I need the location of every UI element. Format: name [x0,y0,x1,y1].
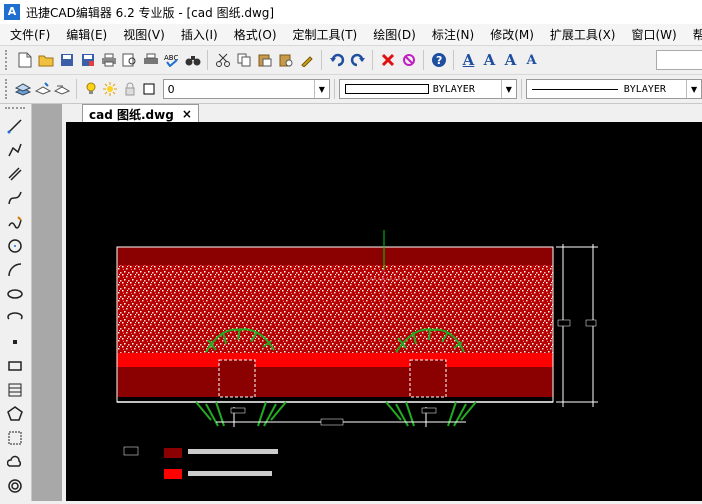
close-icon[interactable]: × [182,107,192,121]
tab-cad-drawing[interactable]: cad 图纸.dwg × [82,104,199,123]
cut-icon[interactable] [213,51,232,70]
draw-toolbar [0,104,32,501]
single-line-text-icon[interactable]: A [480,51,499,70]
find-text-icon[interactable]: A [522,51,541,70]
menu-file[interactable]: 文件(F) [0,26,56,43]
title-bar: A 迅捷CAD编辑器 6.2 专业版 - [cad 图纸.dwg] [0,0,702,24]
match-properties-icon[interactable] [297,51,316,70]
layer-previous-icon[interactable] [54,80,71,99]
chevron-down-icon[interactable]: ▼ [686,80,701,98]
app-logo-icon: A [4,4,20,20]
region-icon[interactable] [5,428,25,448]
redo-icon[interactable] [348,51,367,70]
chevron-down-icon[interactable]: ▼ [500,80,516,98]
new-file-icon[interactable] [15,51,34,70]
toolbar-separator [333,79,335,99]
toolbar-separator [321,50,322,70]
menu-extension-tools[interactable]: 扩展工具(X) [540,26,622,43]
polyline-icon[interactable] [5,140,25,160]
text-style-icon[interactable]: A [459,51,478,70]
chevron-down-icon[interactable]: ▼ [313,80,329,98]
menu-modify[interactable]: 修改(M) [480,26,540,43]
drawing-canvas[interactable] [66,122,702,501]
sketch-icon[interactable] [5,212,25,232]
standard-toolbar: ABC ? A A A A [0,46,702,75]
menu-format[interactable]: 格式(O) [224,26,283,43]
menu-draw[interactable]: 绘图(D) [363,26,422,43]
toolbar-separator [423,50,424,70]
toolbar-separator [207,50,208,70]
paste-special-icon[interactable] [276,51,295,70]
linetype-select-value: BYLAYER [432,83,475,95]
window-title: 迅捷CAD编辑器 6.2 专业版 - [cad 图纸.dwg] [26,5,275,20]
open-folder-icon[interactable] [36,51,55,70]
circle-icon[interactable] [5,236,25,256]
toolbar-separator [75,79,77,99]
delete-icon[interactable] [378,51,397,70]
spline-icon[interactable] [5,188,25,208]
linetype-preview [344,84,429,94]
print-icon[interactable] [99,51,118,70]
polygon-icon[interactable] [5,404,25,424]
document-tab-bar: cad 图纸.dwg × [62,104,702,123]
menu-dimension[interactable]: 标注(N) [422,26,480,43]
point-icon[interactable] [5,332,25,352]
panel-gutter [32,104,62,501]
layer-select-value: 0 [167,82,175,96]
save-as-icon[interactable] [78,51,97,70]
line-icon[interactable] [5,116,25,136]
text-search-input[interactable] [656,50,702,70]
find-icon[interactable] [183,51,202,70]
toolbar-grip[interactable] [5,107,25,113]
hatch-icon[interactable] [5,380,25,400]
menu-bar: 文件(F) 编辑(E) 视图(V) 插入(I) 格式(O) 定制工具(T) 绘图… [0,24,702,46]
tab-label: cad 图纸.dwg [89,107,174,122]
legend [123,446,278,479]
ellipse-icon[interactable] [5,284,25,304]
arc-icon[interactable] [5,260,25,280]
toolbar-grip[interactable] [5,79,11,99]
lightbulb-icon[interactable] [82,80,99,99]
toolbar-grip[interactable] [5,50,11,70]
plot-icon[interactable] [141,51,160,70]
layer-state-icon[interactable] [34,80,51,99]
edit-text-icon[interactable]: A [501,51,520,70]
paste-icon[interactable] [255,51,274,70]
save-icon[interactable] [57,51,76,70]
donut-icon[interactable] [5,476,25,496]
menu-view[interactable]: 视图(V) [113,26,171,43]
linetype-select[interactable]: BYLAYER ▼ [338,79,517,99]
menu-insert[interactable]: 插入(I) [171,26,224,43]
hatch-area[interactable] [116,246,554,403]
menu-window[interactable]: 窗口(W) [622,26,683,43]
purge-icon[interactable] [399,51,418,70]
lock-icon[interactable] [121,80,138,99]
print-preview-icon[interactable] [120,51,139,70]
menu-help[interactable]: 帮助(H) [683,26,702,43]
lineweight-preview [531,88,618,90]
lineweight-select-value: BYLAYER [623,83,666,95]
sun-icon[interactable] [101,80,118,99]
multiline-icon[interactable] [5,164,25,184]
spell-check-icon[interactable]: ABC [162,51,181,70]
toolbar-separator [453,50,454,70]
undo-icon[interactable] [327,51,346,70]
drawing-svg [116,230,598,479]
cloud-icon[interactable] [5,452,25,472]
layer-select[interactable]: 0 ▼ [162,79,330,99]
copy-icon[interactable] [234,51,253,70]
menu-custom-tools[interactable]: 定制工具(T) [283,26,364,43]
lineweight-select[interactable]: BYLAYER ▼ [525,79,702,99]
rectangle-icon[interactable] [5,356,25,376]
layer-properties-toolbar: 0 ▼ BYLAYER ▼ BYLAYER ▼ [0,75,702,104]
layer-manager-icon[interactable] [15,80,32,99]
layer-color-swatch[interactable] [140,80,157,99]
help-icon[interactable]: ? [429,51,448,70]
menu-edit[interactable]: 编辑(E) [56,26,113,43]
toolbar-separator [520,79,522,99]
svg-text:?: ? [436,54,442,67]
toolbar-separator [372,50,373,70]
ellipse-arc-icon[interactable] [5,308,25,328]
